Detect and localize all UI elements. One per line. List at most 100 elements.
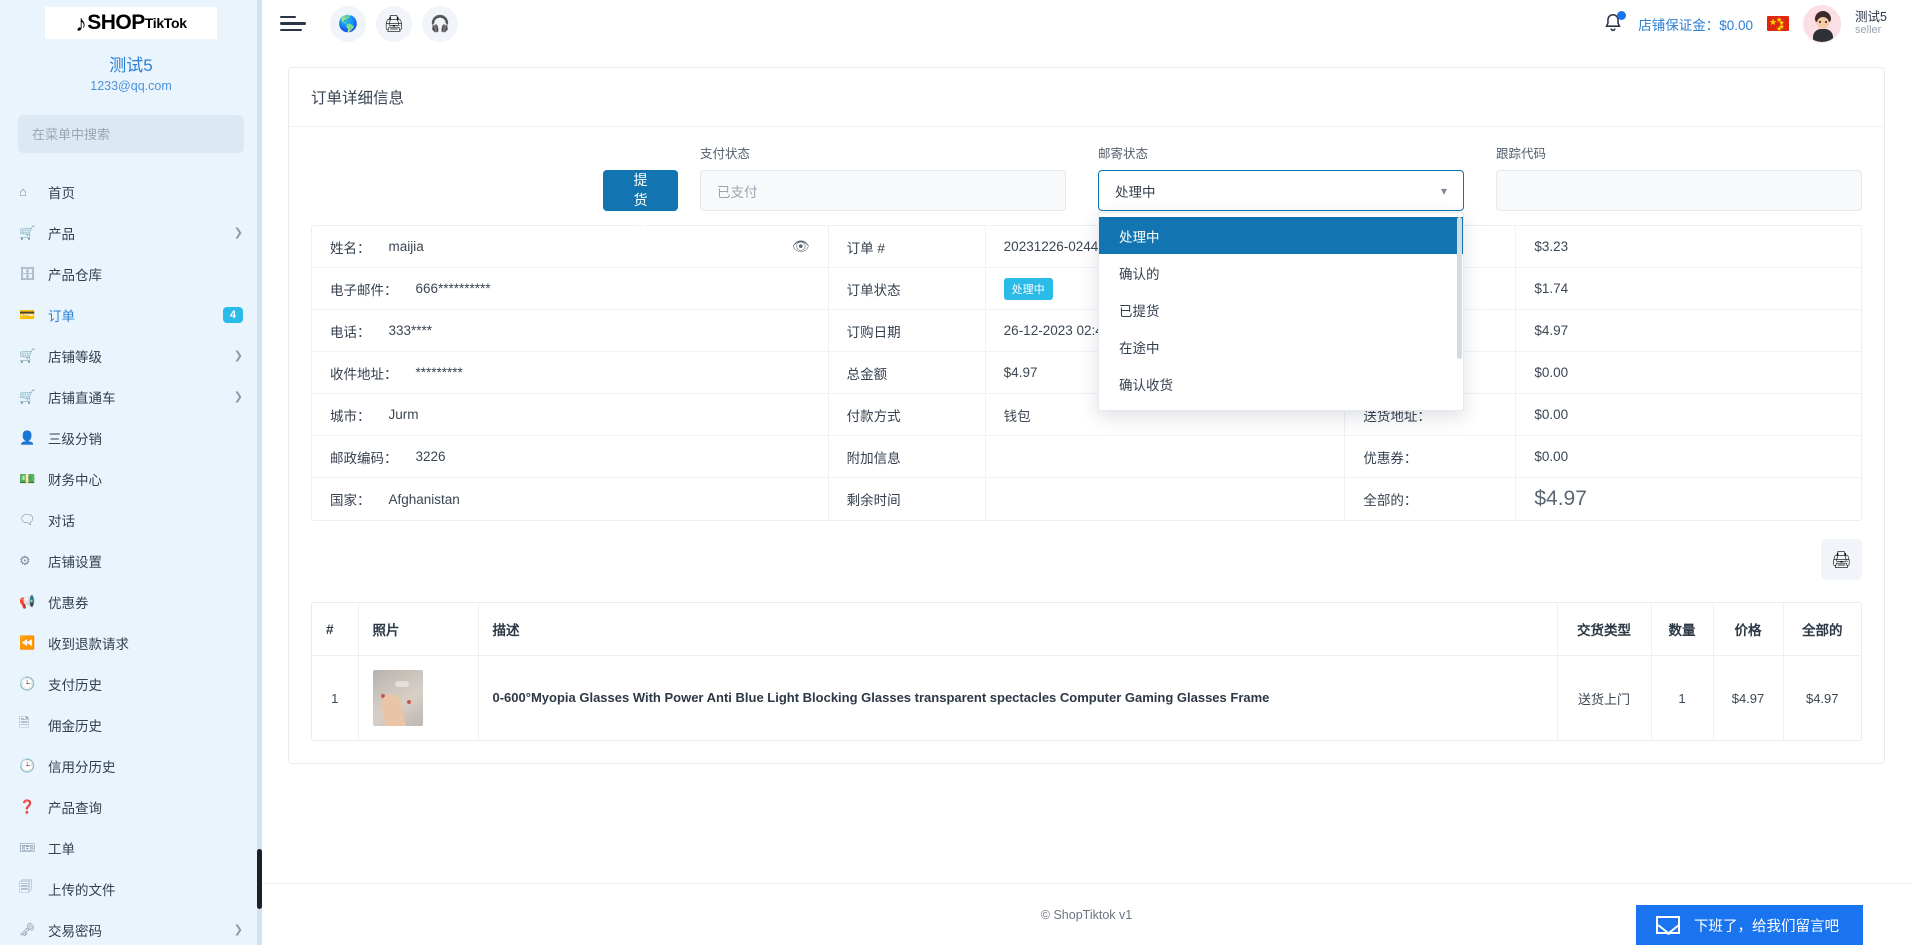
items-table-head: #照片描述交货类型数量价格全部的 [312, 603, 1861, 656]
column-header-3: 交货类型 [1557, 603, 1651, 656]
logo-tiktok-text: TikTok [145, 15, 187, 31]
home-icon: ⌂ [19, 184, 39, 199]
sidebar-item-2[interactable]: 🗄产品仓库 [0, 253, 262, 294]
order-row-value [985, 436, 1345, 477]
megaphone-icon: 📢 [19, 594, 39, 610]
shipping-status-option-2[interactable]: 已提货 [1099, 291, 1463, 328]
chat-widget[interactable]: 下班了，给我们留言吧 [1636, 905, 1863, 945]
order-row: 剩余时间 [829, 478, 1345, 520]
deposit-indicator[interactable]: 店铺保证金：$0.00 [1638, 14, 1753, 34]
topbar: 🌎 🖨 🎧 店铺保证金：$0.00 ★★ ★★ ★ [262, 0, 1911, 47]
hamburger-icon[interactable] [280, 12, 306, 36]
sidebar-item-17[interactable]: 🗐上传的文件 [0, 868, 262, 909]
shipping-status-option-1[interactable]: 确认的 [1099, 254, 1463, 291]
shipping-status-select[interactable]: 处理中 ▾ [1098, 170, 1464, 211]
sidebar-item-8[interactable]: 🗨 对话 [0, 499, 262, 540]
grand-total-value: $4.97 [1534, 487, 1587, 511]
globe-icon[interactable]: 🌎 [330, 6, 366, 42]
sidebar-item-11[interactable]: ⏪收到退款请求 [0, 622, 262, 663]
order-row-value [985, 478, 1345, 520]
china-flag-icon[interactable]: ★★ ★★ ★ [1767, 16, 1789, 31]
customer-row: 邮政编码：3226 [312, 436, 828, 478]
sidebar-item-label: 工单 [48, 838, 75, 858]
sidebar-item-label: 上传的文件 [48, 879, 116, 899]
sidebar-item-label: 对话 [48, 510, 75, 530]
sidebar-item-13[interactable]: 🗎佣金历史 [0, 704, 262, 745]
deposit-label: 店铺保证金： [1638, 18, 1719, 33]
printer-icon[interactable]: 🖨 [1821, 539, 1862, 580]
page-title: 订单详细信息 [289, 68, 1884, 127]
sidebar-item-label: 店铺直通车 [48, 387, 116, 407]
sidebar-item-14[interactable]: 🕒信用分历史 [0, 745, 262, 786]
totals-row-value: $0.00 [1515, 394, 1861, 435]
payment-status-input[interactable]: 已支付 [700, 170, 1066, 211]
sidebar-item-9[interactable]: ⚙店铺设置 [0, 540, 262, 581]
shipping-status-option-3[interactable]: 在途中 [1099, 328, 1463, 365]
chevron-right-icon: ❯ [234, 226, 243, 239]
eye-icon[interactable]: 👁 [792, 238, 810, 255]
chat-icon: 🗨 [19, 512, 39, 528]
dropdown-scrollbar[interactable] [1457, 217, 1462, 359]
sidebar-item-15[interactable]: ❓产品查询 [0, 786, 262, 827]
customer-row: 城市：Jurm [312, 394, 828, 436]
customer-row-value: Jurm [389, 407, 419, 422]
money-icon: 💵 [19, 471, 39, 487]
totals-row-label: 优惠券： [1345, 447, 1515, 467]
sidebar-item-7[interactable]: 💵财务中心 [0, 458, 262, 499]
sidebar-item-label: 三级分销 [48, 428, 102, 448]
customer-row-value: maijia [389, 239, 424, 254]
row-index: 1 [312, 656, 358, 741]
sidebar-item-label: 佣金历史 [48, 715, 102, 735]
headset-icon[interactable]: 🎧 [422, 6, 458, 42]
bell-icon[interactable] [1602, 12, 1624, 36]
menu-search[interactable] [18, 115, 244, 153]
items-table: #照片描述交货类型数量价格全部的 1 0-600°Myopia Glasses W… [312, 603, 1861, 740]
sidebar-item-label: 订单 [48, 305, 75, 325]
user-icon: 👤 [19, 430, 39, 446]
tracking-code-label: 跟踪代码 [1496, 143, 1862, 162]
order-row-label: 订单 # [829, 237, 985, 257]
search-input[interactable] [32, 127, 230, 142]
avatar[interactable] [1803, 5, 1841, 43]
info-panels: 姓名：maijia👁电子邮件：666**********电话：333****收件… [311, 225, 1862, 521]
column-header-5: 价格 [1713, 603, 1783, 656]
order-row-label: 附加信息 [829, 447, 985, 467]
account-name: 测试5 [0, 51, 262, 76]
status-filter-row: 提货付款 支付状态 已支付 邮寄状态 处理中 ▾ [311, 143, 1862, 211]
product-thumbnail[interactable] [373, 670, 423, 726]
envelope-icon [1656, 916, 1680, 934]
sidebar-item-4[interactable]: 🛒店铺等级❯ [0, 335, 262, 376]
customer-row-label: 国家： [330, 489, 371, 509]
shipping-status-option-4[interactable]: 确认收货 [1099, 365, 1463, 402]
totals-row-value: $3.23 [1515, 226, 1861, 267]
sidebar-item-6[interactable]: 👤 三级分销 [0, 417, 262, 458]
shipping-status-value: 处理中 [1115, 181, 1156, 201]
row-description: 0-600°Myopia Glasses With Power Anti Blu… [493, 689, 1543, 707]
totals-row-value: $4.97 [1515, 478, 1861, 520]
tracking-code-input[interactable] [1496, 170, 1862, 211]
sidebar-item-10[interactable]: 📢优惠券 [0, 581, 262, 622]
shipping-status-option-0[interactable]: 处理中 [1099, 217, 1463, 254]
pickup-payment-button[interactable]: 提货付款 [603, 170, 678, 211]
gear-icon: ⚙ [19, 553, 39, 569]
user-menu[interactable]: 测试5 seller [1855, 10, 1887, 37]
main-area: 🌎 🖨 🎧 店铺保证金：$0.00 ★★ ★★ ★ [262, 0, 1911, 945]
sidebar-item-0[interactable]: ⌂首页 [0, 171, 262, 212]
column-header-2: 描述 [478, 603, 1557, 656]
brand-logo[interactable]: ♪ SHOP TikTok [45, 7, 217, 39]
sidebar-item-3[interactable]: 💳订单4 [0, 294, 262, 335]
shipping-status-dropdown[interactable]: 处理中确认的已提货在途中确认收货 [1098, 212, 1464, 411]
sidebar-item-1[interactable]: 🛒产品❯ [0, 212, 262, 253]
row-total: $4.97 [1783, 656, 1861, 741]
column-header-4: 数量 [1651, 603, 1713, 656]
column-header-1: 照片 [358, 603, 478, 656]
user-role: seller [1855, 24, 1887, 37]
sidebar-item-12[interactable]: 🕒支付历史 [0, 663, 262, 704]
sidebar-item-16[interactable]: 🎟工单 [0, 827, 262, 868]
sidebar-item-5[interactable]: 🛒店铺直通车❯ [0, 376, 262, 417]
sidebar-item-18[interactable]: 🗝交易密码❯ [0, 909, 262, 945]
printer-icon[interactable]: 🖨 [376, 6, 412, 42]
sidebar-item-label: 产品仓库 [48, 264, 102, 284]
deposit-value: $0.00 [1719, 18, 1753, 33]
bell-notification-dot [1617, 11, 1626, 20]
